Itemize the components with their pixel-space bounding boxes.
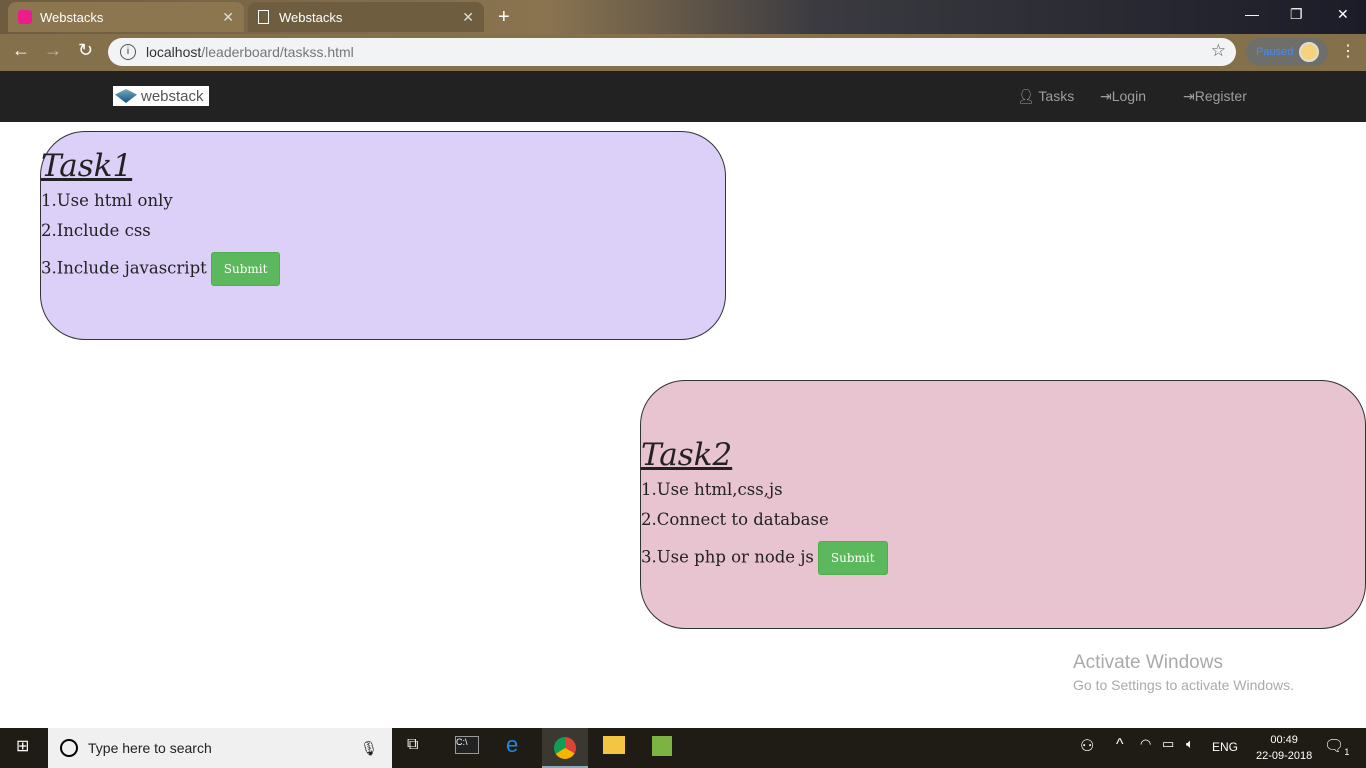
- close-tab-icon[interactable]: ✕: [222, 9, 234, 26]
- close-tab-icon[interactable]: ✕: [462, 9, 474, 26]
- task-card-1: Task1 1.Use html only 2.Include css 3.In…: [40, 131, 726, 340]
- avatar: [1299, 42, 1320, 62]
- watermark-subtitle: Go to Settings to activate Windows.: [1073, 677, 1294, 693]
- tab-title: Webstacks: [40, 9, 104, 25]
- date: 22-09-2018: [1256, 750, 1313, 762]
- tab-title: Webstacks: [279, 9, 343, 25]
- site-navbar: webstack 👤︎ Tasks ⇥Login ⇥Register: [0, 71, 1366, 122]
- reload-button[interactable]: ↻: [78, 40, 93, 61]
- logo-text: webstack: [141, 87, 204, 105]
- people-icon[interactable]: ⚇: [1080, 736, 1094, 756]
- url-host: localhost: [146, 44, 202, 60]
- submit-button[interactable]: Submit: [210, 252, 281, 286]
- site-logo[interactable]: webstack: [113, 86, 209, 106]
- language-indicator[interactable]: ENG: [1212, 740, 1238, 754]
- page-icon: [258, 10, 269, 24]
- nav-login[interactable]: ⇥Login: [1100, 88, 1146, 105]
- search-placeholder: Type here to search: [88, 740, 212, 756]
- back-button[interactable]: ←: [12, 40, 30, 61]
- task-item-row: 3.Include javascript Submit: [41, 252, 725, 286]
- wifi-icon[interactable]: ◠: [1140, 736, 1151, 752]
- task-title: Task1: [41, 148, 133, 184]
- profile-status: Paused: [1256, 46, 1294, 58]
- login-icon: ⇥: [1100, 88, 1112, 104]
- task-card-2: Task2 1.Use html,css,js 2.Connect to dat…: [640, 380, 1366, 629]
- taskbar-search[interactable]: Type here to search 🎙︎: [48, 728, 392, 768]
- task-item: 1.Use html only: [41, 191, 173, 210]
- address-bar[interactable]: i localhost/leaderboard/taskss.html ☆: [108, 38, 1236, 66]
- url-path: /leaderboard/taskss.html: [201, 44, 354, 60]
- task-item: 1.Use html,css,js: [641, 480, 783, 499]
- task-item: 3.Use php or node js: [641, 547, 814, 567]
- nav-label: Login: [1111, 88, 1146, 104]
- nav-label: Tasks: [1038, 88, 1075, 104]
- nav-register[interactable]: ⇥Register: [1183, 88, 1247, 105]
- time: 00:49: [1270, 734, 1298, 746]
- restore-button[interactable]: ❐: [1290, 6, 1303, 23]
- tab-webstacks-active[interactable]: Webstacks ✕: [8, 2, 244, 32]
- microphone-icon[interactable]: 🎙︎: [360, 740, 378, 757]
- browser-toolbar: ← → ↻ i localhost/leaderboard/taskss.htm…: [0, 34, 1366, 71]
- kebab-menu-icon[interactable]: ⋮: [1340, 41, 1356, 61]
- task-item-row: 3.Use php or node js Submit: [641, 541, 1365, 575]
- task-item: 2.Connect to database: [641, 510, 829, 529]
- bookmark-star-icon[interactable]: ☆: [1211, 41, 1226, 61]
- nav-tasks[interactable]: 👤︎ Tasks: [1017, 88, 1074, 105]
- tab-webstacks[interactable]: Webstacks ✕: [248, 2, 484, 32]
- task-item: 3.Include javascript: [41, 258, 207, 278]
- site-favicon-icon: [18, 10, 32, 24]
- task-item: 2.Include css: [41, 221, 151, 240]
- profile-button[interactable]: Paused: [1246, 38, 1328, 66]
- forward-button[interactable]: →: [44, 40, 62, 61]
- volume-icon[interactable]: 🔈︎: [1186, 736, 1194, 752]
- terminal-icon[interactable]: C:\: [455, 736, 479, 754]
- minimize-button[interactable]: —: [1245, 6, 1259, 22]
- close-window-button[interactable]: ✕: [1337, 6, 1349, 23]
- watermark-title: Activate Windows: [1073, 652, 1223, 673]
- info-icon[interactable]: i: [120, 44, 136, 60]
- chrome-taskbar-icon[interactable]: [542, 728, 588, 768]
- chevron-up-icon[interactable]: ^: [1116, 736, 1124, 754]
- activate-windows-watermark: Activate Windows Go to Settings to activ…: [1073, 652, 1294, 693]
- user-icon: 👤︎: [1017, 88, 1035, 104]
- task-view-icon[interactable]: ⧉: [407, 736, 418, 754]
- windows-start-icon[interactable]: ⊞: [16, 736, 29, 756]
- task-title: Task2: [641, 437, 733, 473]
- new-tab-button[interactable]: +: [498, 6, 510, 29]
- chrome-icon: [554, 737, 576, 759]
- file-explorer-icon[interactable]: [603, 736, 625, 754]
- nav-label: Register: [1194, 88, 1247, 104]
- clock[interactable]: 00:49 22-09-2018: [1256, 732, 1312, 764]
- cortana-icon: [60, 739, 78, 757]
- notifications-icon[interactable]: 🗨︎1: [1324, 736, 1349, 757]
- logo-icon: [115, 89, 137, 103]
- notification-count: 1: [1344, 747, 1350, 758]
- windows-taskbar: ⊞ Type here to search 🎙︎ ⧉ C:\ e ⚇ ^ ◠ ▭ …: [0, 728, 1366, 768]
- login-icon: ⇥: [1183, 88, 1195, 104]
- notepad-plus-icon[interactable]: [652, 736, 672, 756]
- edge-icon[interactable]: e: [506, 732, 518, 758]
- battery-icon[interactable]: ▭: [1162, 736, 1174, 752]
- submit-button[interactable]: Submit: [817, 541, 888, 575]
